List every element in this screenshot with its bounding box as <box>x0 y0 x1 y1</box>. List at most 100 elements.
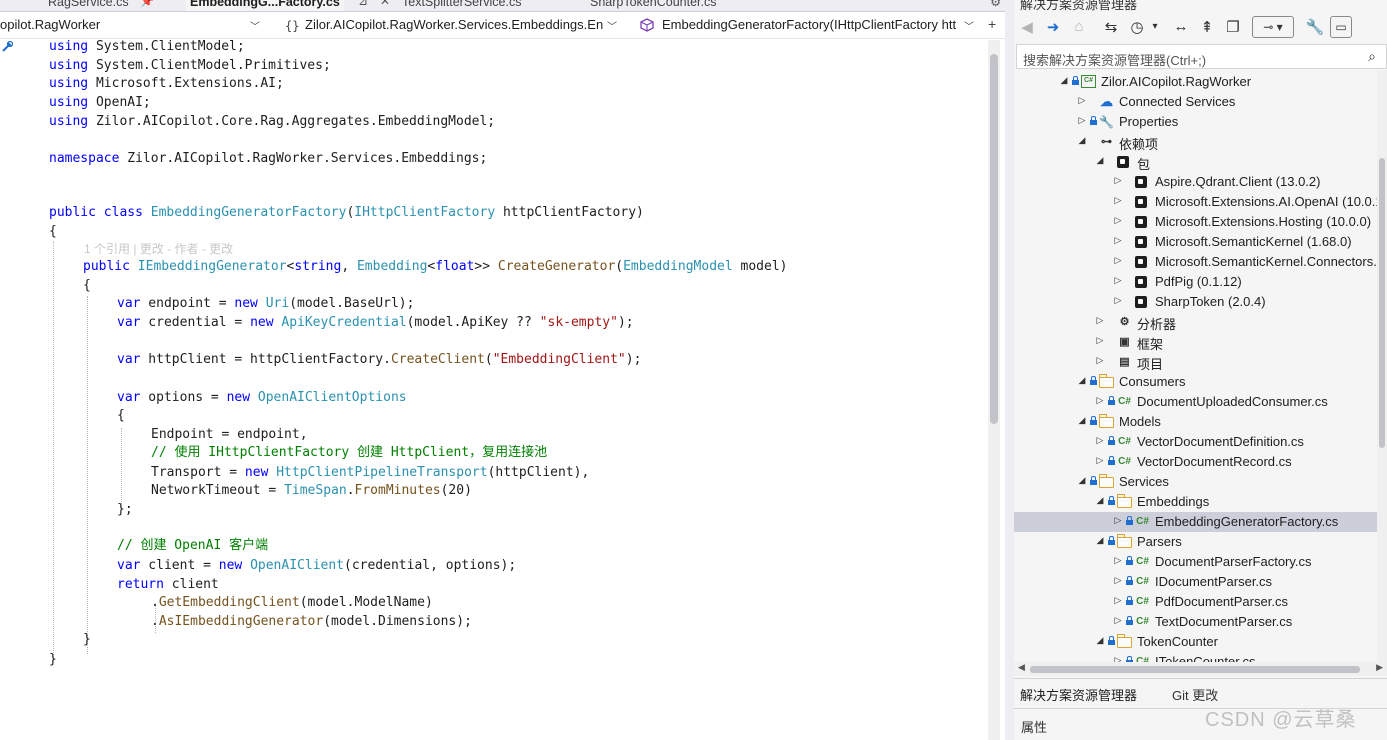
panel-splitter[interactable] <box>1005 0 1014 740</box>
expand-arrow-icon[interactable]: ▷ <box>1113 195 1123 206</box>
collapse-arrow-icon[interactable]: ◢ <box>1095 635 1105 646</box>
tree-item[interactable]: ◢ Embeddings <box>1014 492 1377 512</box>
scrollbar-thumb[interactable] <box>990 54 998 424</box>
tree-item[interactable]: ◢ Consumers <box>1014 372 1377 392</box>
tree-item[interactable]: ◢ ⊶ 依赖项 <box>1014 132 1377 152</box>
gear-icon[interactable]: ⚙ <box>990 0 1001 9</box>
explorer-search-input[interactable]: 搜索解决方案资源管理器(Ctrl+;) ⌕ <box>1016 44 1387 69</box>
collapse-arrow-icon[interactable]: ◢ <box>1077 415 1087 426</box>
expand-arrow-icon[interactable]: ▷ <box>1095 395 1105 406</box>
tree-item[interactable]: ▷ Microsoft.Extensions.Hosting (10.0.0) <box>1014 212 1377 232</box>
preview-selected-icon[interactable]: ▭ <box>1330 16 1352 38</box>
tree-item[interactable]: ▷ C# VectorDocumentRecord.cs <box>1014 452 1377 472</box>
expand-arrow-icon[interactable]: ▷ <box>1113 175 1123 186</box>
home-icon[interactable]: ⌂ <box>1068 18 1090 35</box>
tree-item[interactable]: ▷ ☁ Connected Services <box>1014 92 1377 112</box>
expand-arrow-icon[interactable]: ▷ <box>1113 575 1123 586</box>
split-editor-icon[interactable]: + <box>988 16 996 32</box>
expand-arrow-icon[interactable]: ▷ <box>1095 455 1105 466</box>
tab-rag-service[interactable]: RagService.cs <box>48 0 129 11</box>
tab-solution-explorer[interactable]: 解决方案资源管理器 <box>1020 685 1137 704</box>
tree-item[interactable]: ▷ 🔧 Properties <box>1014 112 1377 132</box>
explorer-vertical-scrollbar[interactable] <box>1377 70 1387 662</box>
collapse-arrow-icon[interactable]: ◢ <box>1095 495 1105 506</box>
collapse-arrow-icon[interactable]: ◢ <box>1059 75 1069 86</box>
tree-item[interactable]: ▷ C# PdfDocumentParser.cs <box>1014 592 1377 612</box>
tree-item[interactable]: ▷ SharpToken (2.0.4) <box>1014 292 1377 312</box>
collapse-arrow-icon[interactable]: ◢ <box>1095 155 1105 166</box>
project-dropdown[interactable]: opilot.RagWorker <box>0 17 240 37</box>
tree-item[interactable]: ▷ C# DocumentUploadedConsumer.cs <box>1014 392 1377 412</box>
tab-embedding-generator-factory[interactable]: EmbeddingG...Factory.cs <box>186 0 344 11</box>
close-icon[interactable]: ✕ <box>380 0 390 8</box>
tree-item[interactable]: ▷ Microsoft.SemanticKernel.Connectors. <box>1014 252 1377 272</box>
chevron-down-icon[interactable]: ﹀ <box>250 18 260 33</box>
collapse-arrow-icon[interactable]: ◢ <box>1077 475 1087 486</box>
expand-arrow-icon[interactable]: ▷ <box>1113 295 1123 306</box>
expand-arrow-icon[interactable]: ▷ <box>1095 335 1105 346</box>
expand-arrow-icon[interactable]: ▷ <box>1113 275 1123 286</box>
expand-arrow-icon[interactable]: ▷ <box>1113 615 1123 626</box>
pin-icon[interactable]: ⊿ <box>358 0 368 8</box>
tree-item[interactable]: ◢ Models <box>1014 412 1377 432</box>
expand-arrow-icon[interactable]: ▷ <box>1095 355 1105 366</box>
tree-item[interactable]: ▷ C# IDocumentParser.cs <box>1014 572 1377 592</box>
tree-item[interactable]: ◢ Services <box>1014 472 1377 492</box>
tree-item[interactable]: ◢ Parsers <box>1014 532 1377 552</box>
chevron-down-icon[interactable]: ﹀ <box>607 18 617 33</box>
tab-sharp-token-counter[interactable]: SharpTokenCounter.cs <box>590 0 716 11</box>
expand-arrow-icon[interactable]: ▷ <box>1113 515 1123 526</box>
scrollbar-thumb[interactable] <box>1379 158 1385 448</box>
tab-text-splitter-service[interactable]: TextSplitterService.cs <box>402 0 521 11</box>
chevron-down-icon[interactable]: ▾ <box>1144 21 1166 32</box>
expand-icon[interactable]: ↔ <box>1170 18 1192 35</box>
collapse-all-icon[interactable]: ⇞ <box>1196 18 1218 36</box>
collapse-arrow-icon[interactable]: ◢ <box>1077 135 1087 146</box>
pin-icon[interactable]: 📌 <box>140 0 155 8</box>
code-text-area[interactable]: using System.ClientModel; using System.C… <box>0 38 988 740</box>
sync-icon[interactable]: ⇆ <box>1100 18 1122 36</box>
tree-item[interactable]: ▷ Microsoft.Extensions.AI.OpenAI (10.0.1 <box>1014 192 1383 212</box>
tree-item[interactable]: ◢ 包 <box>1014 152 1377 172</box>
expand-arrow-icon[interactable]: ▷ <box>1113 235 1123 246</box>
expand-arrow-icon[interactable]: ▷ <box>1113 595 1123 606</box>
back-icon[interactable]: ◀ <box>1016 18 1038 36</box>
expand-arrow-icon[interactable]: ▷ <box>1113 255 1123 266</box>
wrench-icon[interactable]: 🔧 <box>1304 18 1326 36</box>
search-icon[interactable]: ⌕ <box>1368 48 1376 65</box>
chevron-down-icon[interactable]: ﹀ <box>964 18 974 33</box>
expand-arrow-icon[interactable]: ▷ <box>1113 555 1123 566</box>
tree-item[interactable]: ◢ TokenCounter <box>1014 632 1377 652</box>
copy-icon[interactable]: ❐ <box>1222 18 1244 36</box>
collapse-arrow-icon[interactable]: ◢ <box>1095 535 1105 546</box>
namespace-dropdown[interactable]: Zilor.AICopilot.RagWorker.Services.Embed… <box>305 17 603 37</box>
tree-item[interactable]: ▷ C# VectorDocumentDefinition.cs <box>1014 432 1377 452</box>
switch-views-icon[interactable]: ⊸ ▾ <box>1252 16 1294 38</box>
tree-item[interactable]: ▷ C# DocumentParserFactory.cs <box>1014 552 1377 572</box>
tree-item[interactable]: ▷ Aspire.Qdrant.Client (13.0.2) <box>1014 172 1377 192</box>
expand-arrow-icon[interactable]: ▷ <box>1077 115 1087 126</box>
tree-item[interactable]: ▷ Microsoft.SemanticKernel (1.68.0) <box>1014 232 1377 252</box>
tab-git-changes[interactable]: Git 更改 <box>1172 685 1218 704</box>
expand-arrow-icon[interactable]: ▷ <box>1077 95 1087 106</box>
forward-icon[interactable]: ➜ <box>1042 18 1064 36</box>
codelens-references[interactable]: 1 个引用 | 更改 - 作者 - 更改 <box>84 240 233 258</box>
tree-item[interactable]: ▷ PdfPig (0.1.12) <box>1014 272 1377 292</box>
tree-item[interactable]: ▷ ▣ 框架 <box>1014 332 1377 352</box>
tree-item[interactable]: ▷ ▤ 项目 <box>1014 352 1377 372</box>
tree-item[interactable]: ▷ C# TextDocumentParser.cs <box>1014 612 1377 632</box>
editor-vertical-scrollbar[interactable] <box>988 40 1000 740</box>
scroll-right-icon[interactable]: ▶ <box>1376 662 1383 673</box>
scrollbar-thumb[interactable] <box>1030 666 1360 673</box>
code-editor[interactable]: RagService.cs 📌 EmbeddingG...Factory.cs … <box>0 0 1005 740</box>
tree-item[interactable]: ▷ C# EmbeddingGeneratorFactory.cs <box>1014 512 1377 532</box>
solution-tree[interactable]: ◢ C# Zilor.AICopilot.RagWorker ▷ ☁ Connected … <box>1014 70 1387 670</box>
expand-arrow-icon[interactable]: ▷ <box>1095 315 1105 326</box>
tree-item[interactable]: ▷ ⚙ 分析器 <box>1014 312 1377 332</box>
collapse-arrow-icon[interactable]: ◢ <box>1077 375 1087 386</box>
explorer-horizontal-scrollbar[interactable]: ◀ ▶ <box>1014 662 1387 676</box>
member-dropdown[interactable]: EmbeddingGeneratorFactory(IHttpClientFac… <box>662 17 958 37</box>
expand-arrow-icon[interactable]: ▷ <box>1113 215 1123 226</box>
tree-item[interactable]: ◢ C# Zilor.AICopilot.RagWorker <box>1014 72 1377 92</box>
scroll-left-icon[interactable]: ◀ <box>1018 662 1025 673</box>
